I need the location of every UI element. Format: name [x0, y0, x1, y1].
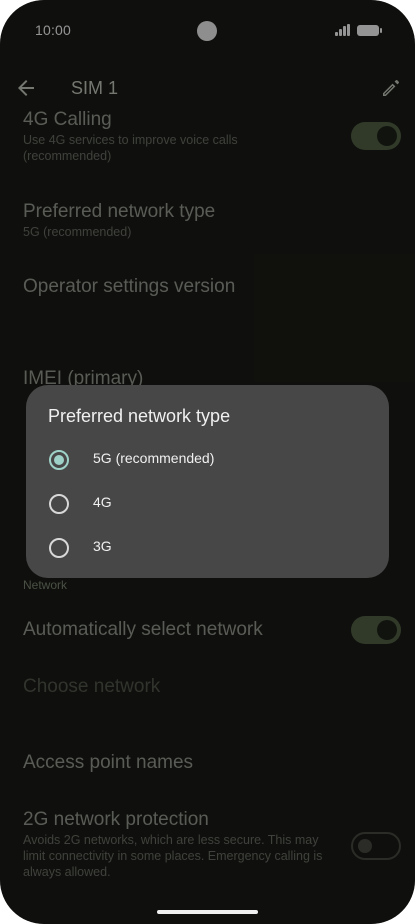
radio-option-4g[interactable]: 4G — [26, 482, 389, 526]
radio-option-5g[interactable]: 5G (recommended) — [26, 438, 389, 482]
radio-selected-icon[interactable] — [49, 450, 69, 470]
dialog-title: Preferred network type — [48, 406, 231, 426]
radio-unselected-icon[interactable] — [49, 494, 69, 514]
phone-screen: 10:00 SIM 1 4G Calling Use 4G services t… — [0, 0, 415, 924]
option-label: 5G (recommended) — [93, 450, 215, 466]
preferred-network-dialog: Preferred network type 5G (recommended) … — [26, 385, 389, 578]
radio-option-3g[interactable]: 3G — [26, 526, 389, 570]
option-label: 4G — [93, 494, 112, 510]
radio-unselected-icon[interactable] — [49, 538, 69, 558]
home-indicator[interactable] — [157, 910, 258, 914]
option-label: 3G — [93, 538, 112, 554]
